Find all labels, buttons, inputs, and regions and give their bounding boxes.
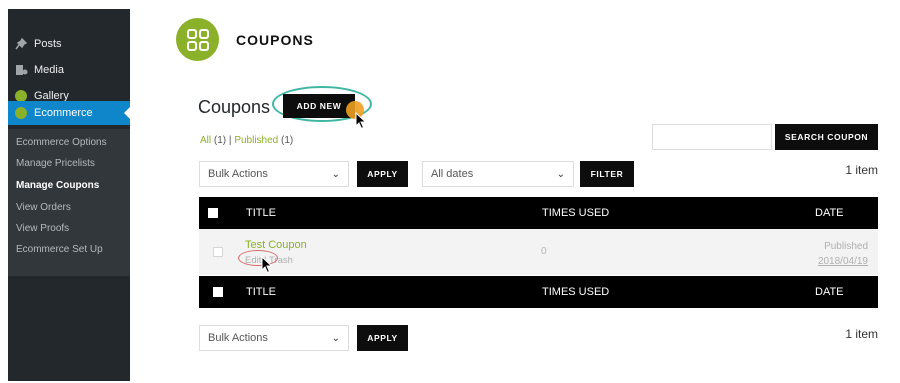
bulk-actions-select-bottom[interactable]: Bulk Actions ⌄: [199, 325, 349, 351]
table-header: TITLE TIMES USED DATE: [199, 197, 878, 229]
coupons-logo-icon: [176, 18, 219, 61]
row-checkbox[interactable]: [213, 247, 223, 257]
column-times-used: TIMES USED: [542, 286, 610, 298]
mouse-cursor-icon: [261, 256, 273, 274]
ecommerce-submenu: Ecommerce Options Manage Pricelists Mana…: [8, 129, 130, 276]
filter-published-link[interactable]: Published: [234, 135, 278, 146]
times-used-value: 0: [541, 246, 547, 257]
search-coupon-button[interactable]: SEARCH COUPON: [775, 124, 878, 150]
filter-all-link[interactable]: All: [200, 135, 211, 146]
header-title: COUPONS: [236, 32, 314, 48]
column-date[interactable]: DATE: [815, 286, 844, 298]
page-title: Coupons: [198, 97, 271, 117]
column-date[interactable]: DATE: [815, 207, 844, 219]
dates-value: All dates: [431, 168, 474, 180]
screen: Posts Media Gallery Ecommerce Ecommerce …: [0, 0, 900, 383]
chevron-down-icon: ⌄: [331, 168, 340, 180]
filter-published-count: (1): [281, 135, 294, 146]
select-all-checkbox[interactable]: [208, 208, 218, 218]
ecommerce-icon: [14, 106, 28, 120]
table-row: Test Coupon Edit | Trash 0 Published 201…: [199, 229, 878, 275]
bulk-actions-value: Bulk Actions: [208, 168, 268, 180]
table-footer: TITLE TIMES USED DATE: [199, 276, 878, 308]
item-count-bottom: 1 item: [845, 327, 878, 341]
select-all-checkbox[interactable]: [213, 287, 223, 297]
status-text: Published: [824, 241, 868, 252]
item-count-top: 1 item: [845, 163, 878, 177]
date-cell: Published 2018/04/19: [818, 239, 868, 269]
bulk-actions-select[interactable]: Bulk Actions ⌄: [199, 161, 349, 187]
sidebar-item-posts[interactable]: Posts: [8, 32, 130, 56]
submenu-item-manage-coupons[interactable]: Manage Coupons: [16, 180, 99, 191]
apply-button-bottom[interactable]: APPLY: [357, 325, 408, 351]
search-input[interactable]: [652, 124, 772, 150]
apply-button[interactable]: APPLY: [357, 161, 408, 187]
chevron-down-icon: ⌄: [556, 168, 565, 180]
filter-separator: |: [228, 135, 232, 146]
submenu-item-ecommerce-options[interactable]: Ecommerce Options: [16, 137, 107, 148]
media-icon: [14, 63, 28, 77]
pin-icon: [14, 37, 28, 51]
bulk-actions-value: Bulk Actions: [208, 332, 268, 344]
submenu-item-view-orders[interactable]: View Orders: [16, 202, 71, 213]
filter-button[interactable]: FILTER: [580, 161, 634, 187]
mouse-cursor-icon: [355, 112, 367, 130]
column-times-used: TIMES USED: [542, 207, 610, 219]
filter-all-count: (1): [213, 135, 227, 146]
chevron-down-icon: ⌄: [331, 332, 340, 344]
date-value: 2018/04/19: [817, 256, 868, 267]
sidebar-item-ecommerce[interactable]: Ecommerce: [8, 101, 130, 125]
add-new-button[interactable]: ADD NEW: [283, 94, 355, 118]
admin-sidebar: Posts Media Gallery Ecommerce Ecommerce …: [8, 9, 130, 381]
sidebar-item-media[interactable]: Media: [8, 58, 130, 82]
submenu-item-view-proofs[interactable]: View Proofs: [16, 223, 69, 234]
column-title[interactable]: TITLE: [246, 286, 276, 298]
sidebar-item-label: Media: [34, 64, 64, 76]
dates-select[interactable]: All dates ⌄: [422, 161, 574, 187]
sidebar-item-label: Ecommerce: [34, 107, 93, 119]
status-filter-links: All (1) | Published (1): [200, 135, 293, 146]
sidebar-item-label: Posts: [34, 38, 62, 50]
submenu-item-ecommerce-setup[interactable]: Ecommerce Set Up: [16, 244, 103, 255]
submenu-item-manage-pricelists[interactable]: Manage Pricelists: [16, 158, 95, 169]
column-title[interactable]: TITLE: [246, 207, 276, 219]
